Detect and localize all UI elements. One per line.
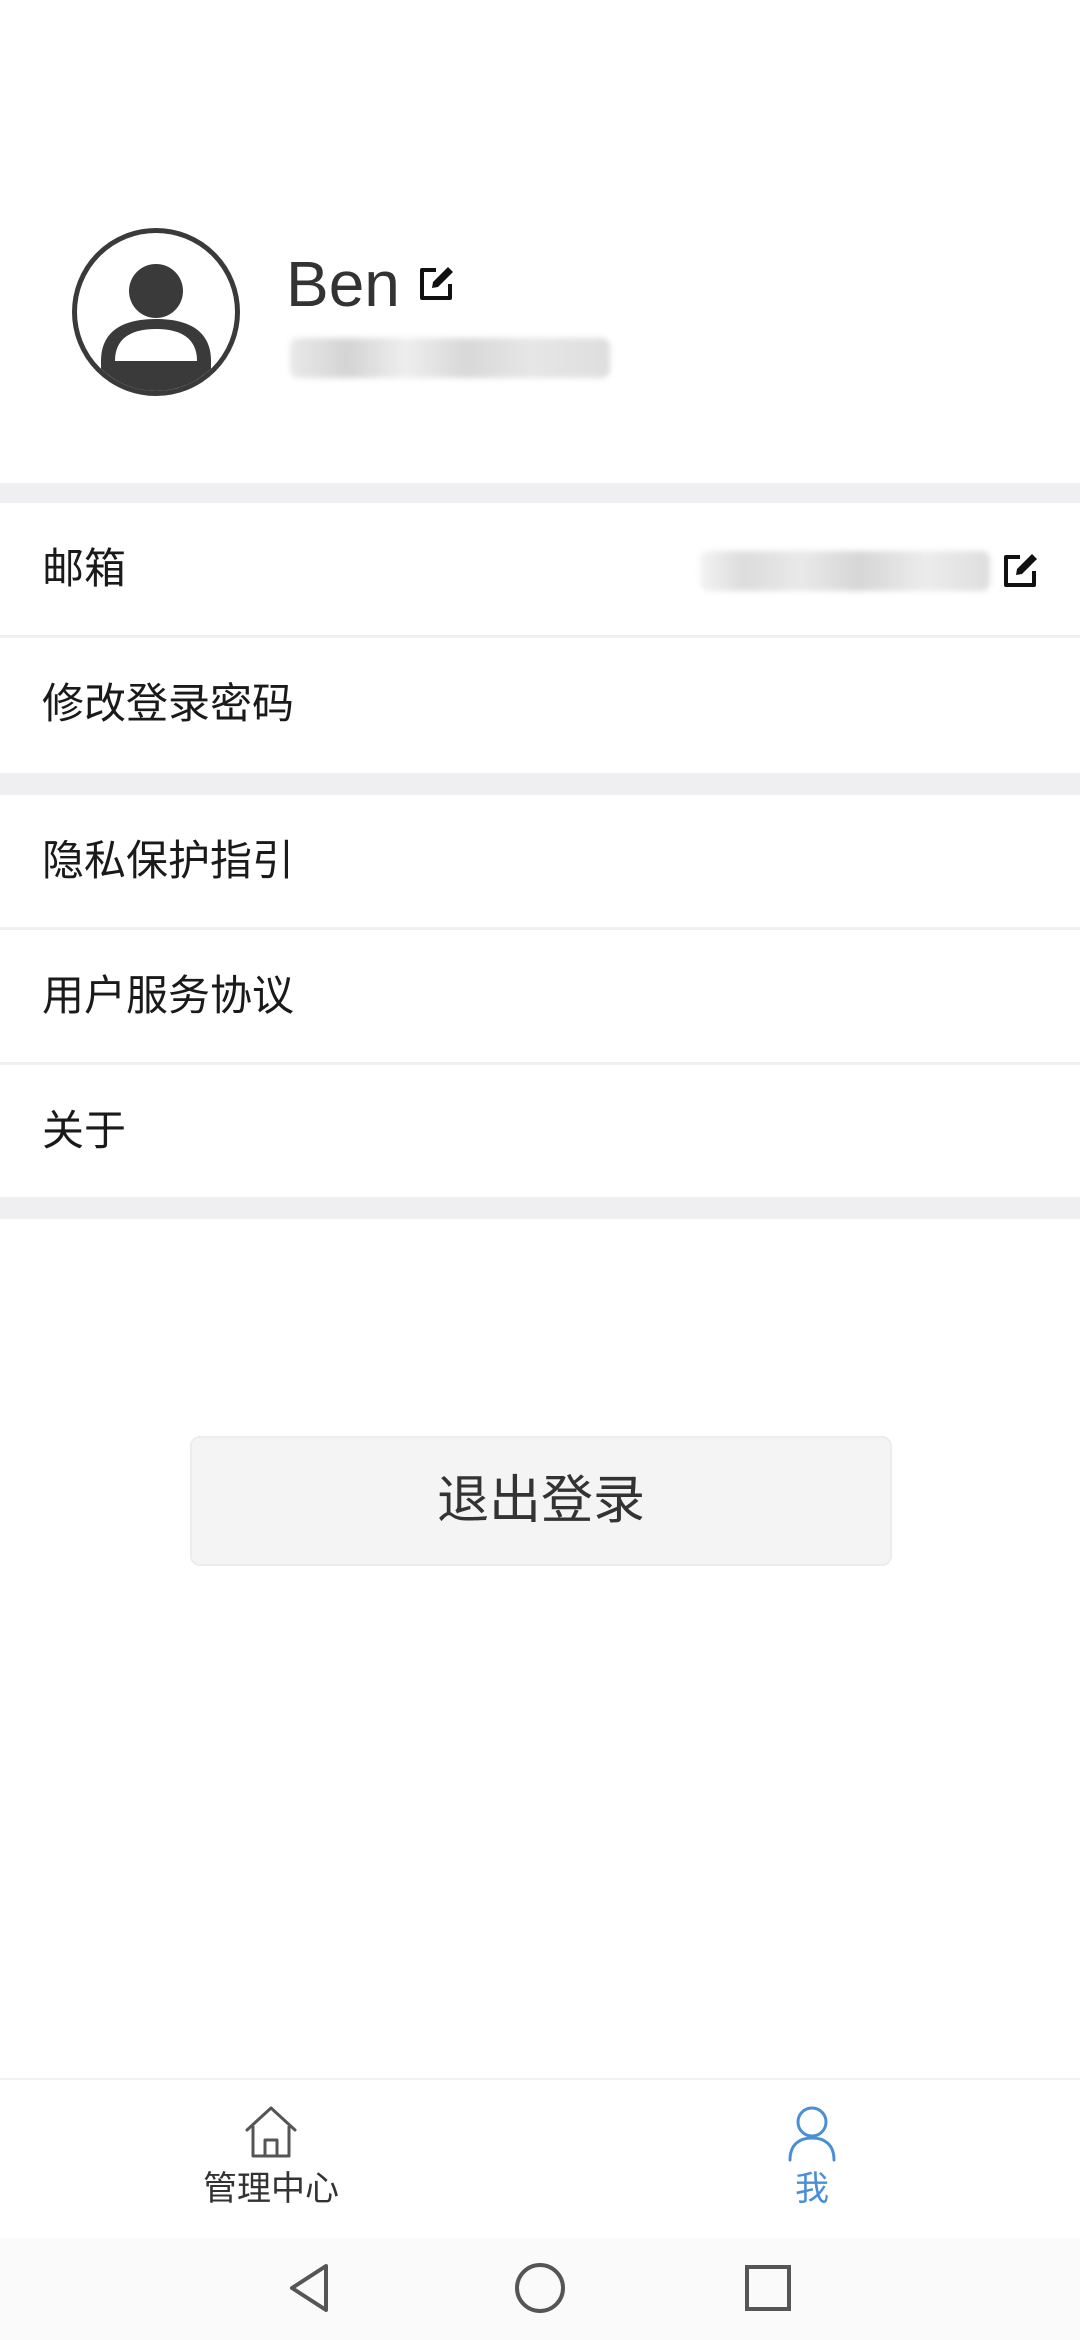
recent-square-icon[interactable] (738, 2258, 798, 2318)
edit-icon[interactable] (414, 262, 458, 306)
privacy-guide-row[interactable]: 隐私保护指引 (0, 795, 1080, 927)
privacy-guide-label: 隐私保护指引 (42, 836, 295, 885)
tab-me[interactable]: 我 (682, 2080, 942, 2240)
logout-button[interactable]: 退出登录 (190, 1436, 892, 1566)
user-agreement-label: 用户服务协议 (42, 971, 295, 1020)
phone-number-redacted (290, 338, 610, 378)
tab-me-label: 我 (795, 2169, 829, 2209)
username: Ben (286, 248, 400, 320)
bottom-tab-bar: 管理中心 我 (0, 2078, 1080, 2240)
profile-page: Ben 邮箱 修改登录密码 隐私保护指引 用户服务协议 关于 退出登录 管理中心… (0, 0, 1080, 2340)
tab-management-center-label: 管理中心 (203, 2169, 339, 2209)
tab-management-center[interactable]: 管理中心 (141, 2080, 401, 2240)
email-row[interactable]: 邮箱 (0, 503, 1080, 635)
section-gap (0, 483, 1080, 503)
email-value-redacted (700, 551, 990, 591)
about-label: 关于 (42, 1106, 127, 1155)
section-gap (0, 773, 1080, 795)
home-icon (241, 2102, 301, 2162)
section-gap (0, 1197, 1080, 1219)
back-triangle-icon[interactable] (280, 2258, 340, 2318)
change-password-label: 修改登录密码 (42, 679, 295, 728)
system-navigation-bar (0, 2238, 1080, 2340)
email-label: 邮箱 (42, 544, 127, 593)
user-agreement-row[interactable]: 用户服务协议 (0, 930, 1080, 1062)
profile-header: Ben (0, 0, 1080, 483)
user-avatar-icon[interactable] (72, 228, 240, 396)
edit-icon[interactable] (998, 549, 1042, 593)
home-circle-icon[interactable] (510, 2258, 570, 2318)
change-password-row[interactable]: 修改登录密码 (0, 638, 1080, 770)
about-row[interactable]: 关于 (0, 1065, 1080, 1197)
user-icon (782, 2102, 842, 2162)
